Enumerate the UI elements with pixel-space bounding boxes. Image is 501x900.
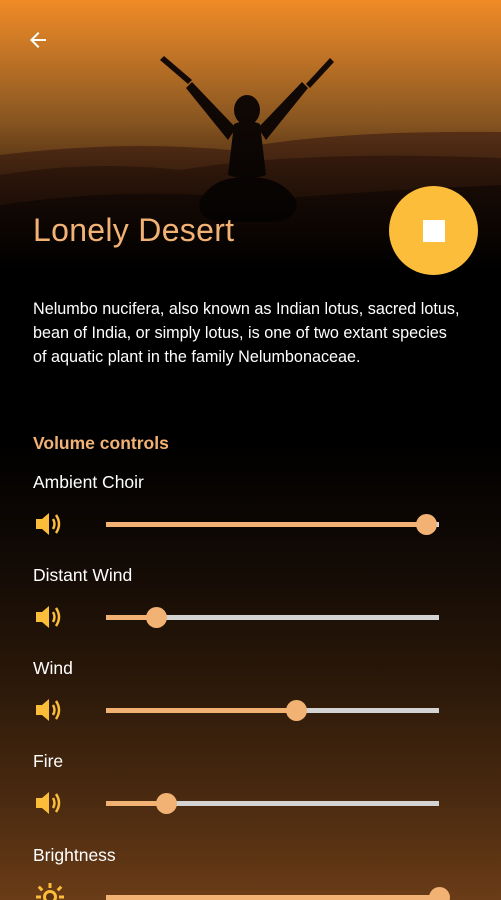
slider-fill (106, 708, 296, 713)
speaker-icon[interactable] (34, 510, 66, 538)
slider-thumb[interactable] (155, 793, 177, 814)
volume-section-title: Volume controls (33, 433, 169, 453)
volume-control-wind: Wind (0, 658, 501, 751)
brightness-icon[interactable] (34, 883, 66, 900)
control-label: Brightness (33, 845, 116, 865)
slider-thumb[interactable] (145, 607, 167, 628)
slider-thumb[interactable] (285, 700, 307, 721)
sound-detail-screen: Lonely Desert Nelumbo nucifera, also kno… (0, 0, 501, 900)
volume-slider[interactable] (106, 514, 439, 535)
slider-fill (106, 895, 439, 900)
volume-slider[interactable] (106, 607, 439, 628)
volume-control-fire: Fire (0, 751, 501, 844)
volume-slider[interactable] (106, 700, 439, 721)
slider-thumb[interactable] (415, 514, 437, 535)
brightness-slider[interactable] (106, 887, 450, 900)
brightness-control: Brightness (0, 845, 501, 900)
volume-slider[interactable] (106, 793, 439, 814)
control-label: Wind (33, 658, 73, 678)
speaker-icon[interactable] (34, 696, 66, 724)
arrow-left-icon (30, 32, 46, 48)
control-label: Ambient Choir (33, 472, 144, 492)
slider-fill (106, 522, 426, 527)
slider-thumb[interactable] (429, 887, 450, 900)
speaker-icon[interactable] (34, 603, 66, 631)
stop-button[interactable] (389, 186, 478, 275)
stop-icon (422, 219, 445, 242)
control-label: Fire (33, 751, 64, 771)
volume-control-ambient-choir: Ambient Choir (0, 472, 501, 565)
page-title: Lonely Desert (33, 212, 235, 248)
back-button[interactable] (18, 22, 58, 58)
control-label: Distant Wind (33, 565, 133, 585)
volume-control-distant-wind: Distant Wind (0, 565, 501, 658)
sound-description: Nelumbo nucifera, also known as Indian l… (33, 300, 460, 366)
speaker-icon[interactable] (34, 789, 66, 817)
